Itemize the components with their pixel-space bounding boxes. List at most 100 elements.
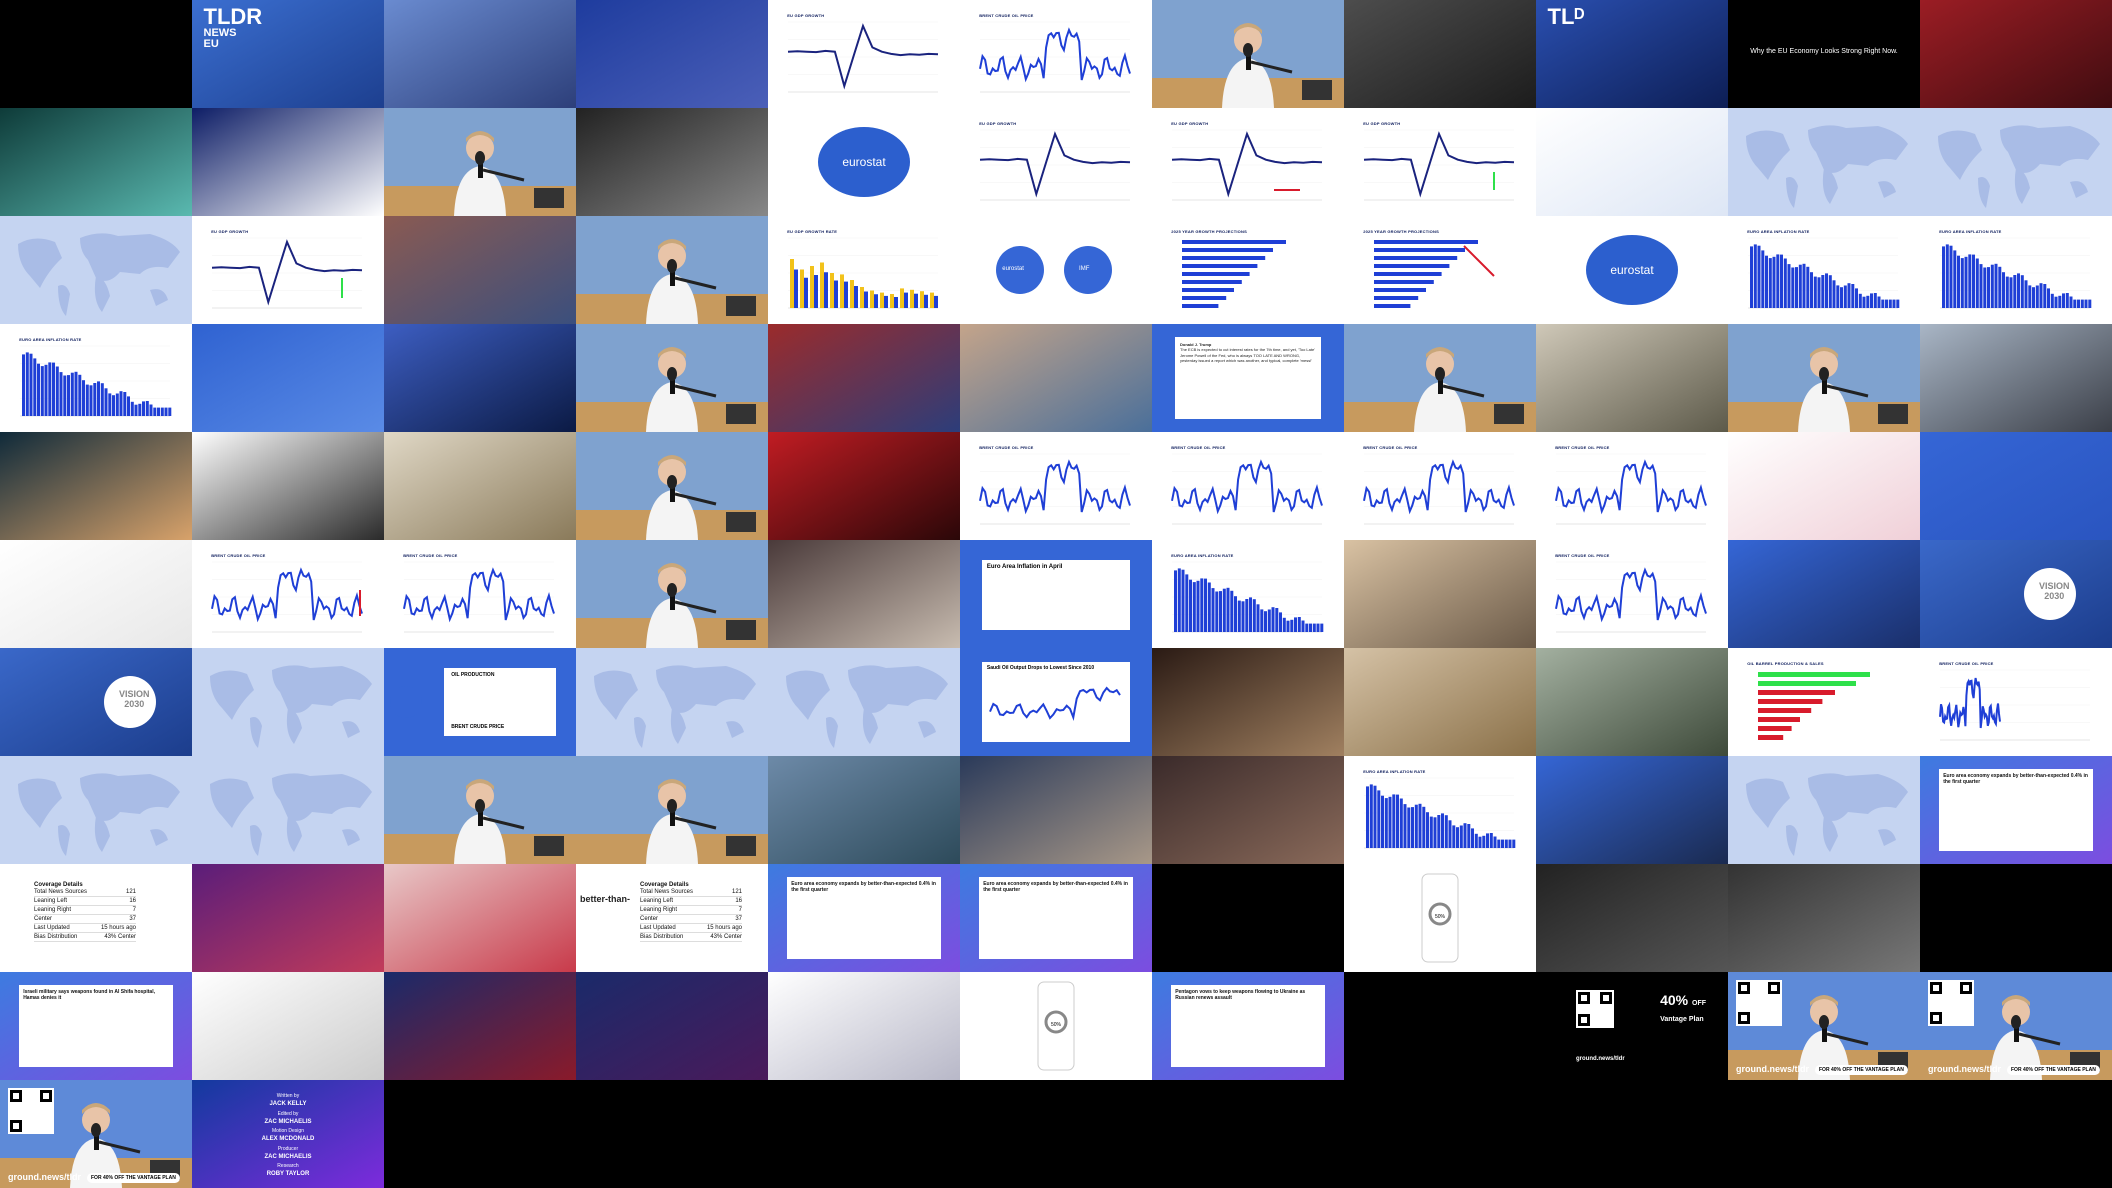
chart-title: 2025 YEAR GROWTH PROJECTIONS	[1171, 228, 1247, 234]
frame-logo: TLDR NEWS EU	[192, 0, 384, 108]
promo-discount: 40% OFF Vantage Plan	[1660, 992, 1706, 1023]
frame-news-clip	[384, 216, 576, 324]
frame-gdp-chart: EU GDP GROWTH	[768, 0, 960, 108]
frame-powell	[768, 324, 960, 432]
frame-host	[1152, 0, 1344, 108]
frame-imf: eurostat IMF	[960, 216, 1152, 324]
frame-gdp-chart: EU GDP GROWTH	[960, 108, 1152, 216]
frame-inflation: EURO AREA INFLATION RATE	[1728, 216, 1920, 324]
frame-host	[576, 540, 768, 648]
chart-title: EURO AREA INFLATION RATE	[19, 336, 82, 342]
chart-title: BRENT CRUDE OIL PRICE	[1555, 552, 1610, 558]
frame-transition	[1920, 864, 2112, 972]
frame-brent-chart: BRENT CRUDE OIL PRICE	[960, 0, 1152, 108]
article-snippet: better-than-	[580, 894, 630, 904]
frame-mbs-close	[1152, 648, 1344, 756]
frame-parliament	[1344, 0, 1536, 108]
frame-inflation: EURO AREA INFLATION RATE	[1344, 756, 1536, 864]
frame-map-tariffs	[0, 216, 192, 324]
frame-brent-chart: BRENT CRUDE OIL PRICE	[1536, 540, 1728, 648]
percent-label: 50%	[1050, 1021, 1061, 1028]
frame-inflation: EURO AREA INFLATION RATE	[0, 324, 192, 432]
frame-browser	[192, 972, 384, 1080]
frame-document	[192, 108, 384, 216]
chart-title: EU GDP GROWTH	[1171, 120, 1209, 126]
chart-title: BRENT CRUDE OIL PRICE	[1171, 444, 1226, 450]
frame-bias-bars	[576, 972, 768, 1080]
frame-article: Euro area economy expands by better-than…	[768, 864, 960, 972]
article-preview: Pentagon vows to keep weapons flowing to…	[1171, 984, 1325, 1068]
promo-footer: ground.news/tldr FOR 40% OFF THE VANTAGE …	[1928, 1064, 2100, 1075]
frame-brent-chart: BRENT CRUDE OIL PRICE	[384, 540, 576, 648]
chart-title: EU GDP GROWTH	[787, 12, 825, 18]
chart-title: EU GDP GROWTH	[211, 228, 249, 234]
chart-title: 2025 YEAR GROWTH PROJECTIONS	[1363, 228, 1439, 234]
frame-press	[960, 324, 1152, 432]
contact-sheet-grid: TLDR NEWS EU EU GDP GROWTH BRENT CRUDE OIL P…	[0, 0, 2112, 1188]
frame-map-us-eu	[1728, 756, 1920, 864]
chart-title: EURO AREA INFLATION RATE	[1747, 228, 1810, 234]
chart-title: OIL BARREL PRODUCTION & SALES	[1747, 660, 1824, 666]
frame-inflation: EURO AREA INFLATION RATE	[1920, 216, 2112, 324]
chart-title: BRENT CRUDE OIL PRICE	[403, 552, 458, 558]
frame-eurostat: eurostat	[768, 108, 960, 216]
chart-title: BRENT CRUDE OIL PRICE	[979, 444, 1034, 450]
chart-title: BRENT CRUDE OIL PRICE	[979, 12, 1034, 18]
frame-crowd-2	[1152, 756, 1344, 864]
frame-oil-drop	[768, 432, 960, 540]
frame-host	[576, 432, 768, 540]
tldr-logo: TLᴰ	[1547, 4, 1585, 30]
coverage-panel: Coverage Details Total News Sources 121 Lea…	[30, 878, 140, 946]
frame-gdp-chart: EU GDP GROWTH	[1344, 108, 1536, 216]
frame-host	[384, 108, 576, 216]
qr-code	[1928, 980, 1974, 1026]
frame-coverage: Coverage Details Total News Sources 121 Lea…	[576, 864, 768, 972]
frame-press-event	[960, 756, 1152, 864]
frame-opec: OIL PRODUCTION BRENT CRUDE PRICE	[384, 648, 576, 756]
frame-desktop	[1536, 864, 1728, 972]
frame-social-post: Donald J. Trump The ECB is expected to cu…	[1152, 324, 1344, 432]
frame-trump	[384, 324, 576, 432]
frame-table	[1536, 108, 1728, 216]
chart-title: BRENT CRUDE OIL PRICE	[1363, 444, 1418, 450]
article-preview: Euro area economy expands by better-than…	[787, 876, 941, 960]
frame-rally	[192, 864, 384, 972]
frame-cash	[1536, 324, 1728, 432]
article-preview: Euro area economy expands by better-than…	[979, 876, 1133, 960]
frame-saudi-output: Saudi Oil Output Drops to Lowest Since 2…	[960, 648, 1152, 756]
chart-title: EU GDP GROWTH	[1363, 120, 1401, 126]
frame-speaker	[576, 0, 768, 108]
frame-macron	[192, 432, 384, 540]
coverage-panel: Coverage Details Total News Sources 121 Lea…	[636, 878, 746, 946]
frame-article: Euro area economy expands by better-than…	[1920, 756, 2112, 864]
chart-title: EU GDP GROWTH RATE	[787, 228, 838, 234]
vision-2030-logo: VISION 2030	[119, 689, 150, 710]
frame-transition	[1344, 972, 1536, 1080]
frame-coverage: Coverage Details Total News Sources 121 Lea…	[0, 864, 192, 972]
frame-article: Israeli military says weapons found in A…	[0, 972, 192, 1080]
frame-eurostat: eurostat	[1536, 216, 1728, 324]
promo-url: ground.news/tldr	[1576, 1056, 1625, 1062]
social-post: Donald J. Trump The ECB is expected to cu…	[1175, 336, 1321, 420]
frame-map-us-eu	[1728, 108, 1920, 216]
vision-2030-logo: VISION 2030	[2039, 581, 2070, 602]
frame-news-collage	[768, 972, 960, 1080]
end-credits: Written by JACK KELLY Edited by ZAC MICHAEL…	[261, 1093, 315, 1178]
chart-title: BRENT CRUDE OIL PRICE	[211, 552, 266, 558]
frame-euro-inflation-april: Euro Area Inflation in April	[960, 540, 1152, 648]
frame-brent-chart: BRENT CRUDE OIL PRICE	[192, 540, 384, 648]
chart-title: Euro Area Inflation in April	[986, 563, 1063, 570]
frame-gdp-bars: EU GDP GROWTH RATE	[768, 216, 960, 324]
frame-intro	[0, 0, 192, 108]
frame-power-lines	[0, 432, 192, 540]
frame-eu-building	[384, 0, 576, 108]
frame-brent-chart: BRENT CRUDE OIL PRICE	[1152, 432, 1344, 540]
frame-map-us	[0, 756, 192, 864]
frame-promo-host: ground.news/tldr FOR 40% OFF THE VANTAGE …	[1920, 972, 2112, 1080]
frame-promo-host: ground.news/tldr FOR 40% OFF THE VANTAGE …	[1728, 972, 1920, 1080]
chart-title: OIL PRODUCTION	[451, 671, 495, 678]
chart-title: BRENT CRUDE OIL PRICE	[1555, 444, 1610, 450]
frame-host	[1344, 324, 1536, 432]
imf-logo: IMF	[1079, 265, 1090, 272]
frame-tariff-board	[1536, 756, 1728, 864]
